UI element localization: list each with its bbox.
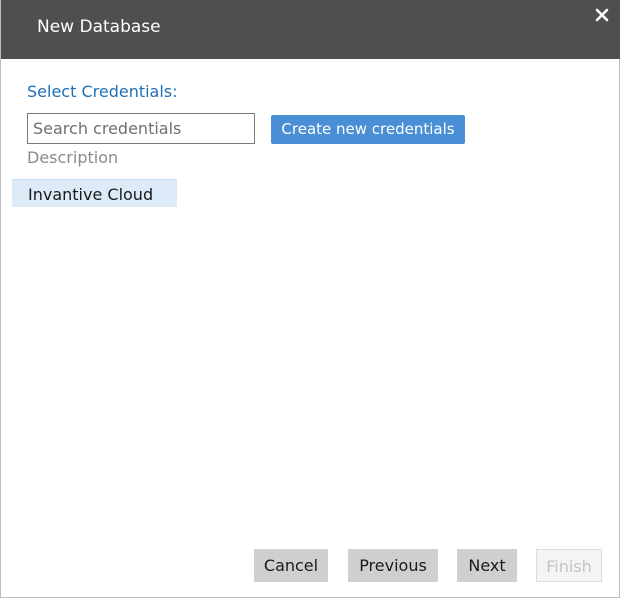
select-credentials-label: Select Credentials: [27, 82, 178, 101]
description-column-header: Description [27, 148, 119, 167]
new-database-dialog: New Database Select Credentials: Create … [0, 0, 620, 598]
next-button[interactable]: Next [457, 549, 517, 582]
list-item[interactable]: Invantive Cloud [12, 179, 177, 207]
previous-button[interactable]: Previous [348, 549, 438, 582]
close-icon[interactable] [593, 6, 611, 24]
create-new-credentials-button[interactable]: Create new credentials [271, 115, 465, 144]
cancel-button[interactable]: Cancel [254, 549, 328, 582]
credentials-list: Invantive Cloud [12, 179, 177, 207]
finish-button[interactable]: Finish [536, 549, 602, 582]
dialog-titlebar: New Database [1, 0, 620, 59]
search-credentials-input[interactable] [27, 113, 255, 144]
dialog-title: New Database [37, 17, 161, 37]
